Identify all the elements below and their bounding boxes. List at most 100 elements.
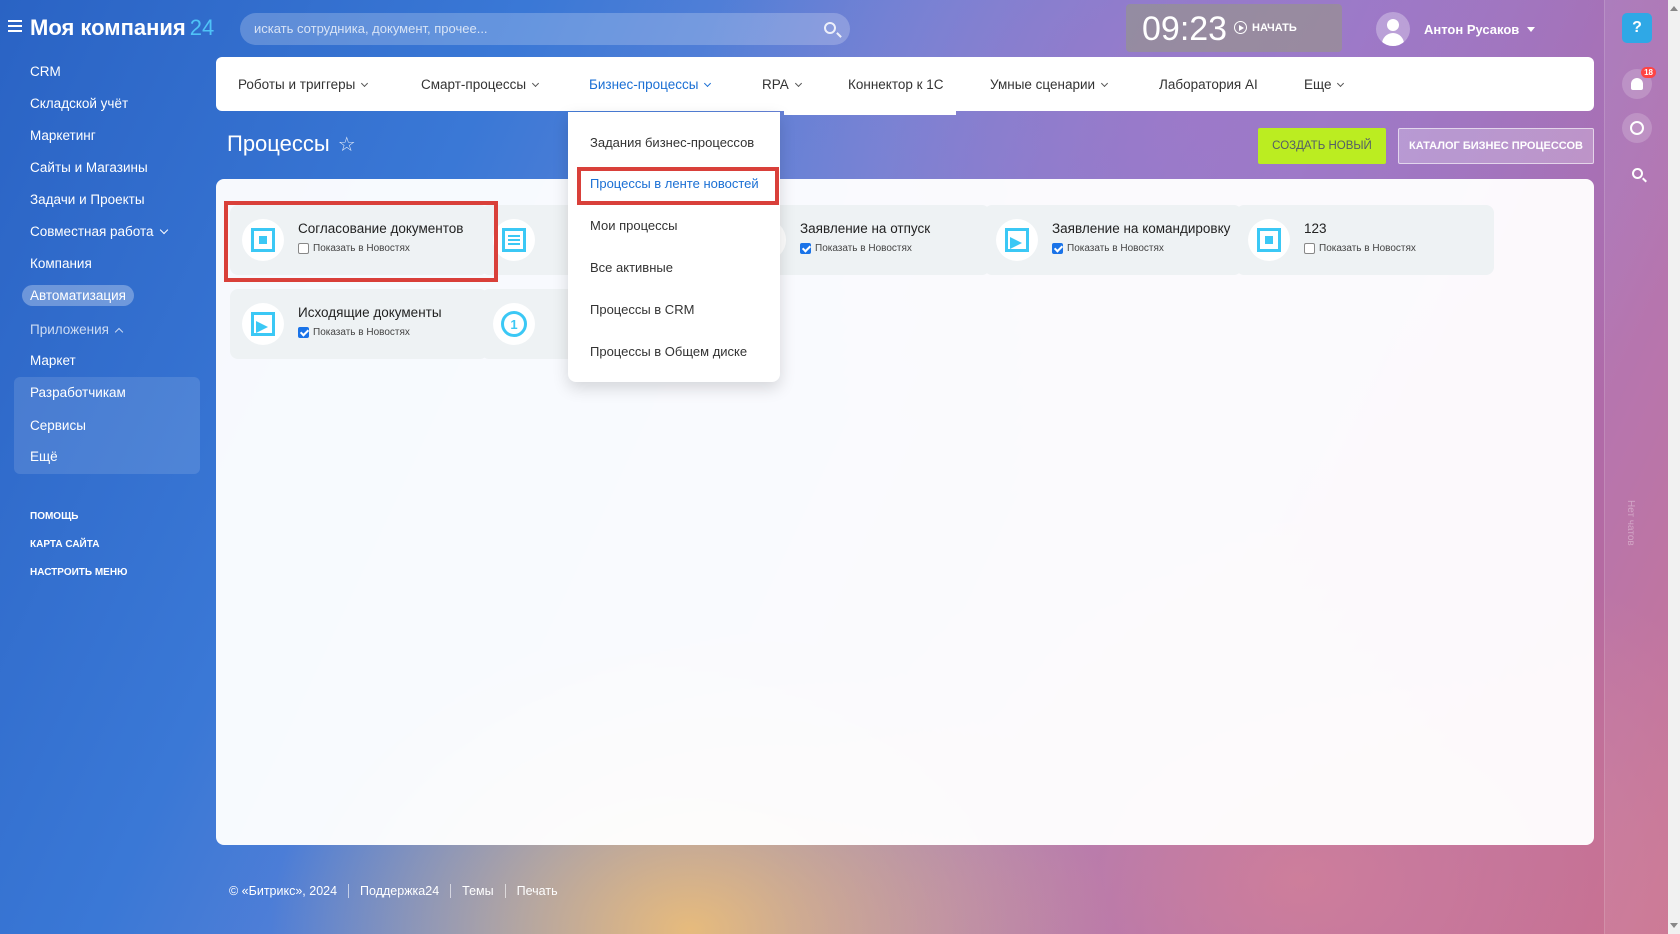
bell-icon[interactable]: 18 (1622, 67, 1656, 99)
sidebar-help-link[interactable]: ПОМОЩЬ (30, 511, 78, 522)
menu-item-my-processes[interactable]: Мои процессы (590, 218, 677, 233)
chat-icon[interactable] (1622, 113, 1652, 143)
footer: © «Битрикс», 2024 Поддержка24 Темы Печат… (229, 884, 558, 898)
sidebar-item-collab[interactable]: Совместная работа (30, 224, 168, 239)
support-link[interactable]: Поддержка24 (360, 884, 439, 898)
tab-rpa[interactable]: RPA (762, 77, 802, 92)
process-card[interactable]: Заявление на командировку Показать в Нов… (984, 205, 1242, 275)
checkbox-label: Показать в Новостях (1319, 243, 1416, 254)
start-workday-button[interactable]: НАЧАТЬ (1234, 21, 1297, 34)
create-new-button[interactable]: СОЗДАТЬ НОВЫЙ (1258, 128, 1386, 164)
sidebar-item-marketing[interactable]: Маркетинг (30, 128, 96, 143)
caret-down-icon (1527, 26, 1536, 32)
no-chats-label: Нет чатов (1625, 500, 1636, 546)
workday-widget[interactable]: 09:23 НАЧАТЬ (1126, 4, 1342, 52)
play-icon (1234, 21, 1247, 34)
highlight-frame-card (224, 201, 498, 282)
scrollbar[interactable] (1668, 0, 1680, 934)
page-title: Процессы ☆ (227, 131, 356, 157)
outgoing-document-icon (242, 303, 284, 345)
search-input[interactable]: искать сотрудника, документ, прочее... (240, 13, 850, 45)
user-menu[interactable]: Антон Русаков (1376, 12, 1536, 46)
top-bar: Моя компания 24 искать сотрудника, докуме… (0, 0, 1604, 58)
collab-label: Совместная работа (30, 224, 154, 239)
process-card[interactable]: Исходящие документы Показать в Новостях (230, 289, 488, 359)
card-title: Заявление на командировку (1052, 221, 1231, 236)
counter-icon: 1 (493, 303, 535, 345)
document-icon (1248, 219, 1290, 261)
chevron-down-icon (361, 79, 369, 88)
tab-smart-scenarios[interactable]: Умные сценарии (990, 77, 1109, 92)
apps-label: Приложения (30, 322, 109, 337)
notification-badge: 18 (1641, 67, 1656, 78)
sidebar-item-company[interactable]: Компания (30, 256, 92, 271)
checkbox-label: Показать в Новостях (1067, 243, 1164, 254)
user-name: Антон Русаков (1424, 21, 1520, 37)
menu-icon[interactable] (8, 20, 22, 32)
checkbox[interactable] (298, 327, 309, 338)
menu-item-disk-processes[interactable]: Процессы в Общем диске (590, 344, 747, 359)
chevron-down-icon (532, 79, 540, 88)
tab-label: Смарт-процессы (421, 77, 527, 92)
clock: 09:23 (1142, 10, 1228, 48)
sidebar-item-developers[interactable]: Разработчикам (30, 385, 126, 400)
show-in-news-checkbox[interactable]: Показать в Новостях (1304, 243, 1416, 254)
business-processes-dropdown: Задания бизнес-процессов Процессы в лент… (568, 112, 780, 382)
chevron-down-icon (1101, 79, 1109, 88)
sidebar-sitemap-link[interactable]: КАРТА САЙТА (30, 539, 99, 550)
help-icon[interactable]: ? (1622, 13, 1652, 43)
scroll-down-icon[interactable] (1670, 923, 1678, 928)
tab-1c-connector[interactable]: Коннектор к 1С (848, 77, 944, 92)
sidebar-item-crm[interactable]: CRM (30, 64, 61, 79)
sidebar-item-services[interactable]: Сервисы (30, 418, 86, 433)
checkbox-label: Показать в Новостях (313, 327, 410, 338)
tab-label: RPA (762, 77, 789, 92)
chevron-down-icon (704, 79, 712, 88)
tab-robots[interactable]: Роботы и триггеры (238, 77, 369, 92)
arrow-right-icon (996, 219, 1038, 261)
sidebar-item-automation[interactable]: Автоматизация (22, 285, 134, 306)
search-icon[interactable] (1622, 158, 1652, 188)
show-in-news-checkbox[interactable]: Показать в Новостях (298, 327, 410, 338)
sidebar-item-tasks[interactable]: Задачи и Проекты (30, 192, 145, 207)
print-link[interactable]: Печать (517, 884, 558, 898)
sidebar-item-market[interactable]: Маркет (30, 353, 76, 368)
card-title: Исходящие документы (298, 305, 442, 320)
sidebar-configure-menu-link[interactable]: НАСТРОИТЬ МЕНЮ (30, 567, 127, 578)
chevron-down-icon (1337, 79, 1345, 88)
checkbox[interactable] (1304, 243, 1315, 254)
show-in-news-checkbox[interactable]: Показать в Новостях (800, 243, 912, 254)
tab-label: Лаборатория AI (1159, 77, 1258, 92)
show-in-news-checkbox[interactable]: Показать в Новостях (1052, 243, 1164, 254)
tab-label: Роботы и триггеры (238, 77, 356, 92)
chevron-up-icon (114, 327, 124, 337)
tab-more[interactable]: Еще (1304, 77, 1345, 92)
menu-item-all-active[interactable]: Все активные (590, 260, 673, 275)
process-card[interactable]: 123 Показать в Новостях (1236, 205, 1494, 275)
checkbox[interactable] (1052, 243, 1063, 254)
menu-item-bp-tasks[interactable]: Задания бизнес-процессов (590, 135, 754, 150)
checkbox[interactable] (800, 243, 811, 254)
catalog-button[interactable]: КАТАЛОГ БИЗНЕС ПРОЦЕССОВ (1398, 128, 1594, 164)
search-placeholder: искать сотрудника, документ, прочее... (254, 21, 488, 36)
menu-item-crm-processes[interactable]: Процессы в CRM (590, 302, 694, 317)
tab-business-processes[interactable]: Бизнес-процессы (589, 77, 712, 92)
brand-logo[interactable]: Моя компания 24 (30, 15, 214, 41)
sidebar-item-apps[interactable]: Приложения (30, 322, 124, 337)
card-title: 123 (1304, 221, 1327, 236)
sidebar-item-more[interactable]: Ещё (30, 449, 58, 464)
star-icon[interactable]: ☆ (338, 132, 356, 157)
scroll-up-icon[interactable] (1670, 6, 1678, 11)
sidebar-item-warehouse[interactable]: Складской учёт (30, 96, 128, 111)
tab-label: Умные сценарии (990, 77, 1096, 92)
copyright: © «Битрикс», 2024 (229, 884, 338, 898)
tab-label: Бизнес-процессы (589, 77, 699, 92)
tab-ai-lab[interactable]: Лаборатория AI (1159, 77, 1258, 92)
list-icon (493, 219, 535, 261)
tab-smart-processes[interactable]: Смарт-процессы (421, 77, 540, 92)
themes-link[interactable]: Темы (462, 884, 493, 898)
brand-name: Моя компания (30, 15, 186, 40)
search-icon[interactable] (824, 22, 836, 34)
sidebar-item-sites[interactable]: Сайты и Магазины (30, 160, 148, 175)
chevron-down-icon (794, 79, 802, 88)
